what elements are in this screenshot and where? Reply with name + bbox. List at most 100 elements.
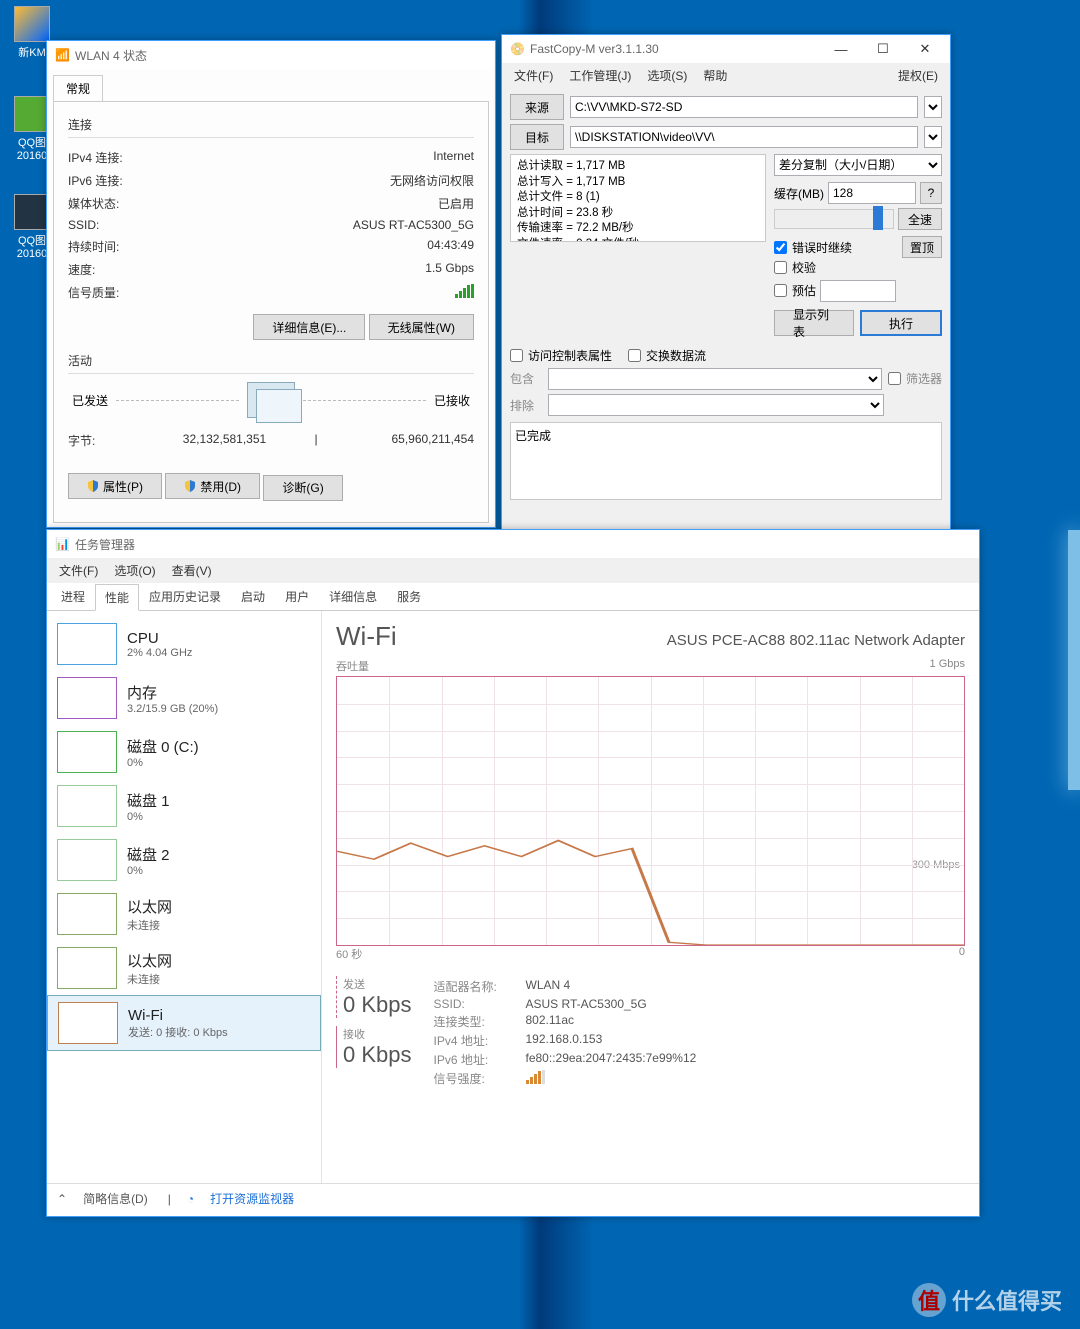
bytes-sent: 32,132,581,351 <box>158 432 291 449</box>
source-input[interactable] <box>570 96 918 118</box>
minimize-button[interactable]: — <box>820 35 862 63</box>
disable-button[interactable]: 禁用(D) <box>165 473 260 499</box>
execute-button[interactable]: 执行 <box>860 310 942 336</box>
perf-item-4[interactable]: 磁盘 20% <box>47 833 321 887</box>
perf-item-sub: 0% <box>127 811 170 823</box>
copy-mode-select[interactable]: 差分复制（大小/日期） <box>774 154 942 176</box>
media-label: 媒体状态: <box>68 195 158 212</box>
perf-item-3[interactable]: 磁盘 10% <box>47 779 321 833</box>
perf-item-7[interactable]: Wi-Fi发送: 0 接收: 0 Kbps <box>47 995 321 1051</box>
watermark: 值 什么值得买 <box>912 1283 1062 1317</box>
bytes-label: 字节: <box>68 432 158 449</box>
dest-combo[interactable] <box>924 126 942 148</box>
menu-file[interactable]: 文件(F) <box>53 560 104 581</box>
perf-item-6[interactable]: 以太网未连接 <box>47 941 321 995</box>
filter-checkbox[interactable]: 筛选器 <box>888 370 942 387</box>
menu-view[interactable]: 查看(V) <box>166 560 218 581</box>
tab-startup[interactable]: 启动 <box>231 583 275 610</box>
app-icon: 📀 <box>510 42 524 56</box>
watermark-icon: 值 <box>912 1283 946 1317</box>
cache-input[interactable] <box>828 182 916 204</box>
send-label: 发送 <box>343 976 412 992</box>
menu-auth[interactable]: 提权(E) <box>892 65 944 86</box>
cache-label: 缓存(MB) <box>774 185 824 202</box>
wireless-props-button[interactable]: 无线属性(W) <box>369 314 474 340</box>
thumb-graph <box>58 1002 118 1044</box>
thumb-graph <box>57 623 117 665</box>
estimate-input[interactable] <box>820 280 896 302</box>
ssid-value: ASUS RT-AC5300_5G <box>353 218 474 232</box>
include-label: 包含 <box>510 370 542 387</box>
thumb-graph <box>57 893 117 935</box>
menu-file[interactable]: 文件(F) <box>508 65 559 86</box>
chevron-up-icon[interactable]: ⌃ <box>57 1192 67 1206</box>
section-connection: 连接 <box>68 116 474 133</box>
dest-input[interactable] <box>570 126 918 148</box>
tab-users[interactable]: 用户 <box>275 583 319 610</box>
details-button[interactable]: 详细信息(E)... <box>253 314 365 340</box>
info-ipv6-v: fe80::29ea:2047:2435:7e99%12 <box>526 1051 697 1068</box>
info-ipv4-v: 192.168.0.153 <box>526 1032 603 1049</box>
titlebar[interactable]: 📀 FastCopy-M ver3.1.1.30 — ☐ ✕ <box>502 35 950 63</box>
menu-job[interactable]: 工作管理(J) <box>563 65 637 86</box>
menu-options[interactable]: 选项(S) <box>641 65 693 86</box>
recv-value: 0 Kbps <box>343 1042 412 1068</box>
verify-checkbox[interactable]: 校验 <box>774 259 896 276</box>
perf-item-0[interactable]: CPU2% 4.04 GHz <box>47 617 321 671</box>
fullspeed-button[interactable]: 全速 <box>898 208 942 230</box>
titlebar[interactable]: 📶 WLAN 4 状态 <box>47 41 495 69</box>
acl-checkbox[interactable]: 访问控制表属性 <box>510 347 612 364</box>
continue-checkbox[interactable]: 错误时继续 <box>774 239 896 256</box>
stream-checkbox[interactable]: 交换数据流 <box>628 347 706 364</box>
help-button[interactable]: ? <box>920 182 942 204</box>
speed-slider[interactable] <box>774 209 894 229</box>
maximize-button[interactable]: ☐ <box>862 35 904 63</box>
perf-item-1[interactable]: 内存3.2/15.9 GB (20%) <box>47 671 321 725</box>
info-name-k: 适配器名称: <box>434 978 516 995</box>
graph-title: Wi-Fi <box>336 621 397 652</box>
close-button[interactable]: ✕ <box>904 35 946 63</box>
perf-item-sub: 3.2/15.9 GB (20%) <box>127 703 218 715</box>
diagnose-button[interactable]: 诊断(G) <box>263 475 342 501</box>
perf-item-title: 磁盘 2 <box>127 844 170 865</box>
perf-item-sub: 2% 4.04 GHz <box>127 647 192 659</box>
resmon-link[interactable]: 打开资源监视器 <box>210 1190 294 1207</box>
bytes-recv: 65,960,211,454 <box>341 432 474 449</box>
ssid-label: SSID: <box>68 218 158 232</box>
send-value: 0 Kbps <box>343 992 412 1018</box>
duration-value: 04:43:49 <box>427 238 474 255</box>
estimate-checkbox[interactable]: 预估 <box>774 282 816 299</box>
showlist-button[interactable]: 显示列表 <box>774 310 854 336</box>
log-box: 已完成 <box>510 422 942 500</box>
perf-item-2[interactable]: 磁盘 0 (C:)0% <box>47 725 321 779</box>
tab-performance[interactable]: 性能 <box>95 584 139 611</box>
tab-history[interactable]: 应用历史记录 <box>139 583 231 610</box>
ipv6-value: 无网络访问权限 <box>390 172 474 189</box>
tab-processes[interactable]: 进程 <box>51 583 95 610</box>
exclude-combo[interactable] <box>548 394 884 416</box>
info-type-k: 连接类型: <box>434 1013 516 1030</box>
perf-sidepane: CPU2% 4.04 GHz 内存3.2/15.9 GB (20%) 磁盘 0 … <box>47 611 322 1183</box>
menu-help[interactable]: 帮助 <box>697 65 733 86</box>
dest-button[interactable]: 目标 <box>510 124 564 150</box>
tab-details[interactable]: 详细信息 <box>319 583 387 610</box>
signal-bars-icon <box>455 284 474 298</box>
source-combo[interactable] <box>924 96 942 118</box>
taskmgr-window: 📊 任务管理器 文件(F) 选项(O) 查看(V) 进程 性能 应用历史记录 启… <box>46 529 980 1217</box>
tab-services[interactable]: 服务 <box>387 583 431 610</box>
window-title: FastCopy-M ver3.1.1.30 <box>530 42 820 56</box>
menu-options[interactable]: 选项(O) <box>108 560 161 581</box>
tab-general[interactable]: 常规 <box>53 75 103 101</box>
brief-info-button[interactable]: 简略信息(D) <box>83 1190 148 1207</box>
perf-item-title: CPU <box>127 630 192 647</box>
perf-item-title: 磁盘 0 (C:) <box>127 736 199 757</box>
ipv6-label: IPv6 连接: <box>68 172 158 189</box>
perf-item-5[interactable]: 以太网未连接 <box>47 887 321 941</box>
topmost-button[interactable]: 置顶 <box>902 236 942 258</box>
include-combo[interactable] <box>548 368 882 390</box>
titlebar[interactable]: 📊 任务管理器 <box>47 530 979 558</box>
info-ssid-k: SSID: <box>434 997 516 1011</box>
source-button[interactable]: 来源 <box>510 94 564 120</box>
properties-button[interactable]: 属性(P) <box>68 473 162 499</box>
perf-item-title: 内存 <box>127 682 218 703</box>
